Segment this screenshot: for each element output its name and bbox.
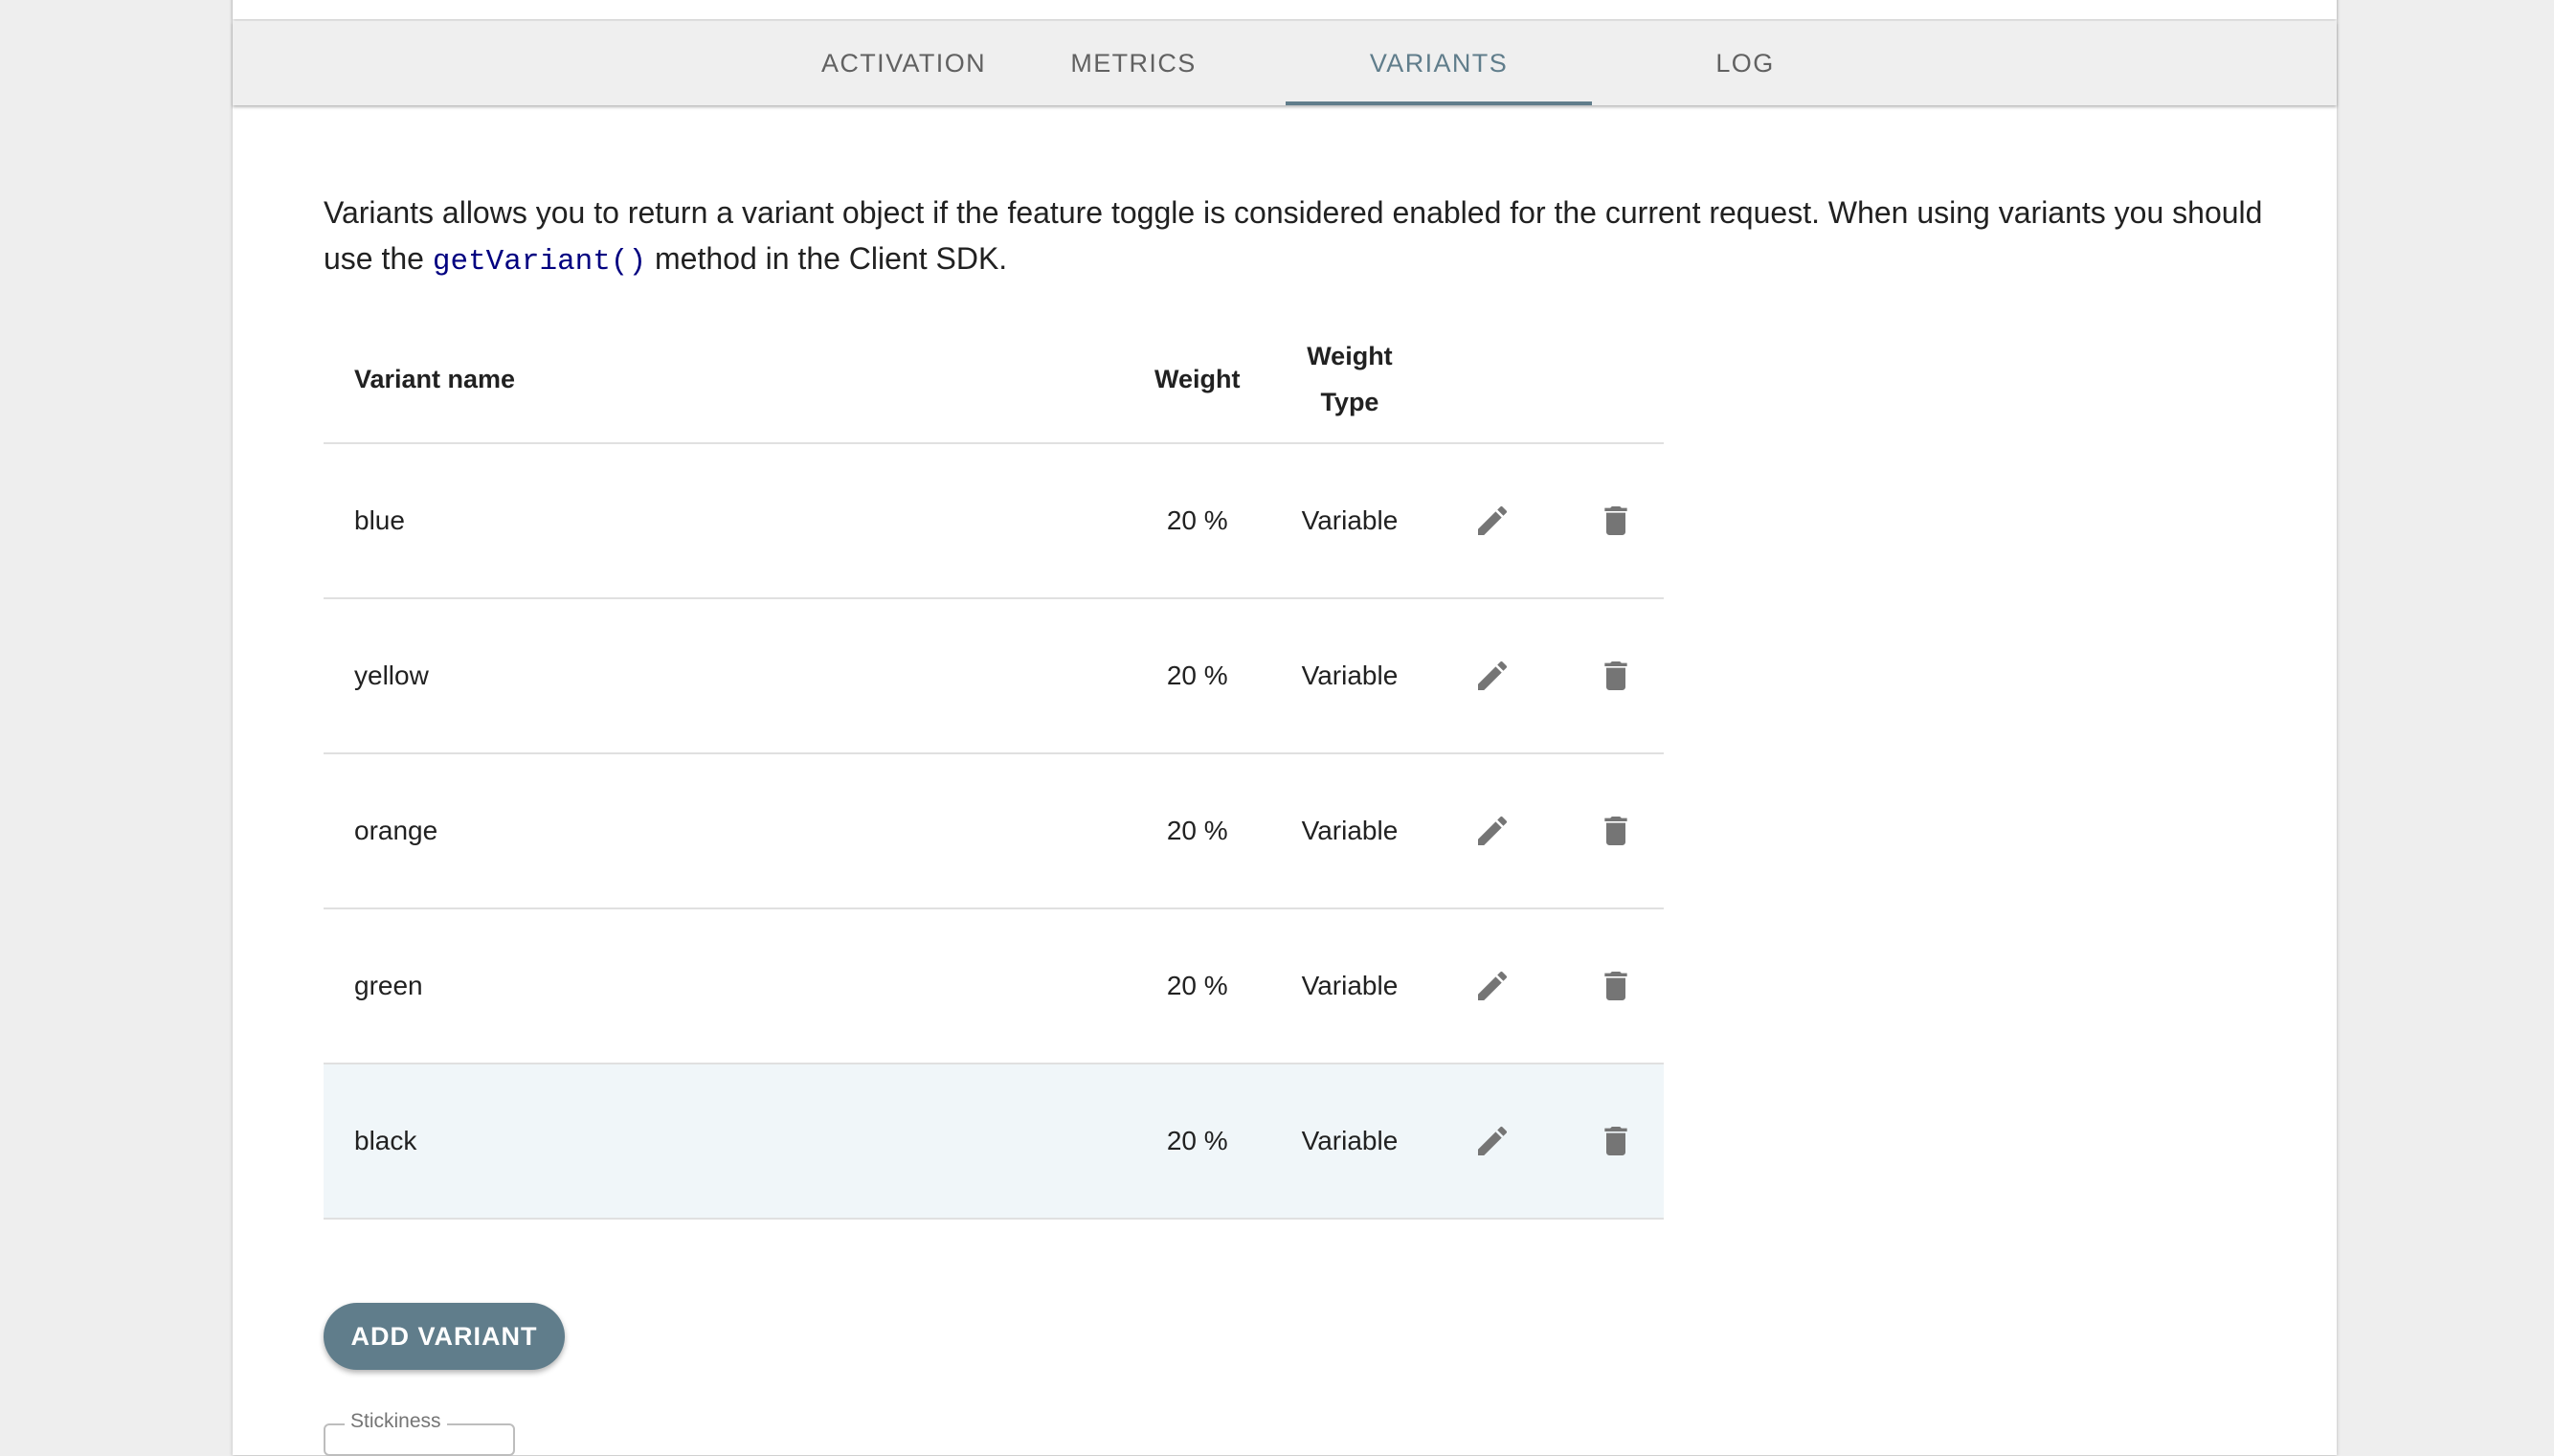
- stickiness-label: Stickiness: [345, 1410, 447, 1433]
- feature-card: ACTIVATION METRICS VARIANTS LOG Variants…: [233, 0, 2337, 1456]
- top-panel-edge: [233, 0, 2337, 19]
- trash-icon: [1604, 506, 1627, 535]
- header-variant-name: Variant name: [324, 316, 1112, 444]
- delete-variant-button[interactable]: [1587, 492, 1645, 549]
- header-weight-type-line2: Type: [1320, 388, 1379, 416]
- variant-weight: 20 %: [1111, 753, 1284, 909]
- header-weight-type: Weight Type: [1283, 316, 1417, 444]
- edit-variant-button[interactable]: [1464, 802, 1521, 860]
- table-row: orange 20 % Variable: [324, 753, 1664, 909]
- edit-variant-button[interactable]: [1464, 957, 1521, 1015]
- tab-bar: ACTIVATION METRICS VARIANTS LOG: [233, 21, 2337, 105]
- variant-weight: 20 %: [1111, 1064, 1284, 1220]
- variant-weight-type: Variable: [1283, 753, 1417, 909]
- variant-name: blue: [324, 443, 1112, 599]
- add-variant-button[interactable]: ADD VARIANT: [324, 1303, 565, 1370]
- variant-name: green: [324, 908, 1112, 1064]
- variant-weight-type: Variable: [1283, 1064, 1417, 1220]
- table-row: blue 20 % Variable: [324, 443, 1664, 599]
- tab-variants[interactable]: VARIANTS: [1286, 21, 1592, 105]
- variant-name: yellow: [324, 598, 1112, 754]
- delete-variant-button[interactable]: [1587, 957, 1645, 1015]
- variants-table: Variant name Weight Weight Type blue 20 …: [324, 316, 1664, 1220]
- header-weight: Weight: [1111, 316, 1284, 444]
- trash-icon: [1604, 661, 1627, 690]
- tab-log[interactable]: LOG: [1592, 21, 1898, 105]
- pencil-icon: [1478, 971, 1508, 1000]
- variant-weight: 20 %: [1111, 908, 1284, 1064]
- variant-weight-type: Variable: [1283, 908, 1417, 1064]
- variant-weight-type: Variable: [1283, 598, 1417, 754]
- header-delete: [1568, 316, 1664, 444]
- edit-variant-button[interactable]: [1464, 1112, 1521, 1170]
- variant-weight: 20 %: [1111, 443, 1284, 599]
- variant-weight-type: Variable: [1283, 443, 1417, 599]
- variant-name: orange: [324, 753, 1112, 909]
- table-row: yellow 20 % Variable: [324, 598, 1664, 754]
- trash-icon: [1604, 972, 1627, 1000]
- pencil-icon: [1478, 816, 1508, 845]
- active-tab-indicator: [1286, 101, 1592, 105]
- variants-description: Variants allows you to return a variant …: [324, 190, 2296, 285]
- table-row: green 20 % Variable: [324, 908, 1664, 1064]
- edit-variant-button[interactable]: [1464, 492, 1521, 549]
- delete-variant-button[interactable]: [1587, 647, 1645, 705]
- stickiness-select[interactable]: Stickiness: [324, 1410, 515, 1456]
- tab-metrics[interactable]: METRICS: [980, 21, 1287, 105]
- variant-weight: 20 %: [1111, 598, 1284, 754]
- pencil-icon: [1478, 505, 1508, 535]
- description-text-end: method in the Client SDK.: [646, 241, 1008, 276]
- trash-icon: [1604, 1127, 1627, 1155]
- table-header-row: Variant name Weight Weight Type: [324, 316, 1664, 444]
- edit-variant-button[interactable]: [1464, 647, 1521, 705]
- trash-icon: [1604, 817, 1627, 845]
- delete-variant-button[interactable]: [1587, 802, 1645, 860]
- pencil-icon: [1478, 661, 1508, 690]
- pencil-icon: [1478, 1126, 1508, 1155]
- code-snippet: getVariant(): [432, 245, 647, 279]
- header-edit: [1416, 316, 1569, 444]
- header-weight-type-line1: Weight: [1307, 342, 1393, 370]
- delete-variant-button[interactable]: [1587, 1112, 1645, 1170]
- variant-name: black: [324, 1064, 1112, 1220]
- table-row: black 20 % Variable: [324, 1064, 1664, 1220]
